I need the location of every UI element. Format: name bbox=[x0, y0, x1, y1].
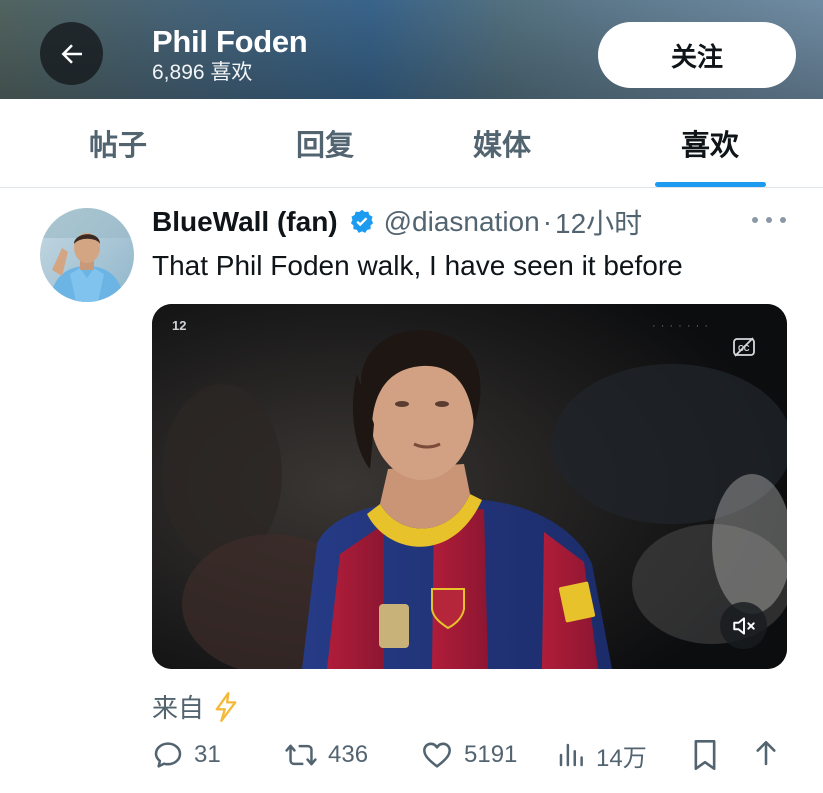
like-count: 5191 bbox=[464, 741, 518, 768]
reply-button[interactable]: 31 bbox=[152, 737, 221, 773]
tab-media[interactable]: 媒体 bbox=[414, 99, 590, 187]
reply-count: 31 bbox=[194, 741, 221, 768]
views-button[interactable]: 14万 bbox=[556, 737, 647, 773]
profile-tabs: 帖子 回复 媒体 喜欢 bbox=[0, 99, 823, 188]
tweet-timestamp[interactable]: 12小时 bbox=[555, 202, 642, 242]
active-tab-indicator bbox=[655, 182, 766, 187]
separator-dot: · bbox=[542, 206, 553, 237]
heart-icon bbox=[423, 742, 451, 768]
lightning-bolt-icon bbox=[212, 691, 240, 722]
arrow-left-icon bbox=[61, 43, 82, 64]
more-options-icon[interactable] bbox=[752, 210, 786, 230]
header-title-block: Phil Foden 6,896 喜欢 bbox=[152, 24, 308, 86]
reply-icon bbox=[154, 742, 182, 768]
author-avatar[interactable] bbox=[40, 208, 134, 302]
like-button[interactable]: 5191 bbox=[420, 737, 517, 773]
repost-button[interactable]: 436 bbox=[284, 737, 368, 773]
tab-likes[interactable]: 喜欢 bbox=[622, 99, 798, 187]
speaker-muted-icon bbox=[732, 616, 755, 635]
bookmark-button[interactable] bbox=[690, 737, 720, 773]
mute-button[interactable] bbox=[720, 602, 767, 649]
repost-count: 436 bbox=[328, 741, 369, 768]
author-name[interactable]: BlueWall (fan) bbox=[152, 206, 338, 238]
likes-count: 6,896 喜欢 bbox=[152, 61, 253, 84]
broadcaster-watermark: · · · · · · · bbox=[652, 320, 709, 332]
tab-posts[interactable]: 帖子 bbox=[30, 99, 206, 187]
closed-captions-off-icon[interactable]: CC bbox=[732, 336, 756, 358]
profile-name: Phil Foden bbox=[152, 24, 308, 59]
profile-header-banner: Phil Foden 6,896 喜欢 关注 bbox=[0, 0, 823, 99]
source-label: 来自 bbox=[152, 693, 205, 723]
follow-button[interactable]: 关注 bbox=[598, 22, 796, 88]
video-frame bbox=[152, 304, 787, 669]
tweet-text: That Phil Foden walk, I have seen it bef… bbox=[152, 250, 683, 281]
tweet-video[interactable]: 12 · · · · · · · CC bbox=[152, 304, 787, 669]
views-chart-icon bbox=[559, 743, 583, 767]
tab-replies[interactable]: 回复 bbox=[237, 99, 413, 187]
verified-badge-icon bbox=[348, 208, 376, 236]
share-button[interactable] bbox=[752, 737, 780, 773]
source-line: 来自 bbox=[152, 688, 240, 725]
share-icon bbox=[756, 741, 776, 766]
views-count: 14万 bbox=[596, 744, 647, 772]
back-button[interactable] bbox=[40, 22, 103, 85]
age-rating-badge: 12 bbox=[172, 318, 187, 333]
tweet-header: BlueWall (fan) @diasnation · 12小时 bbox=[152, 202, 642, 242]
repost-icon bbox=[285, 744, 317, 766]
bookmark-icon bbox=[694, 739, 716, 771]
author-handle[interactable]: @diasnation bbox=[384, 206, 540, 238]
